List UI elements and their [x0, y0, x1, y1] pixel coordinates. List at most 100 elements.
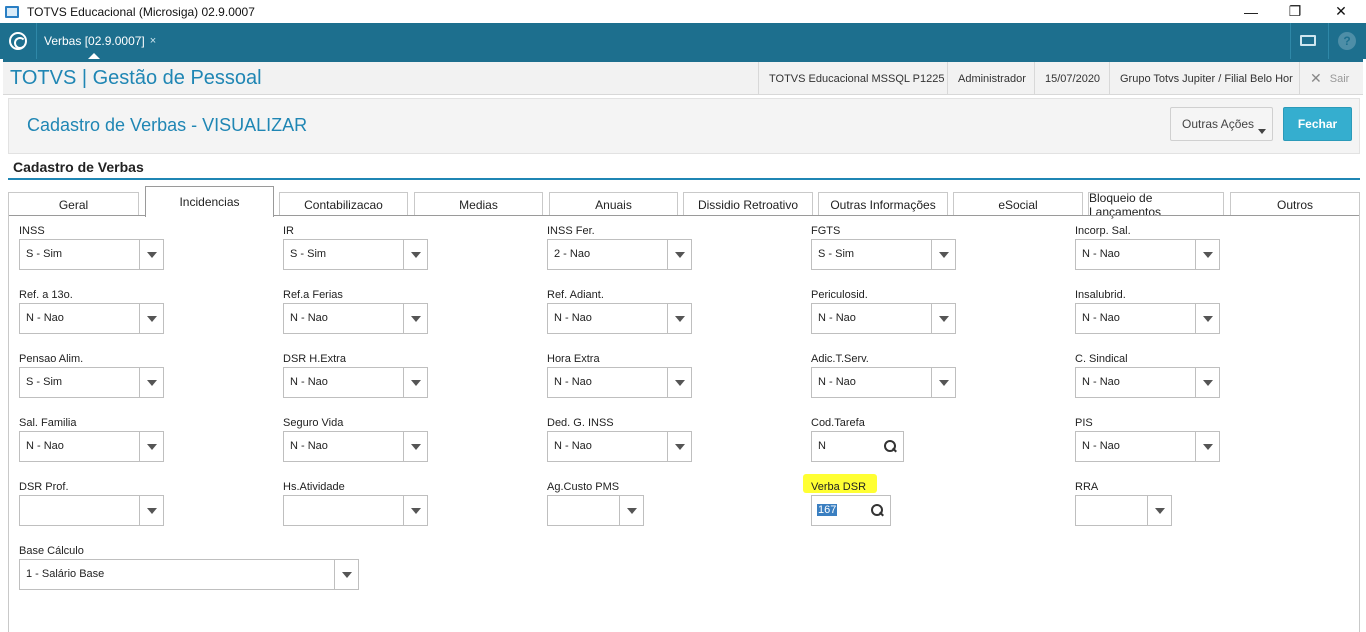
tab-incidencias[interactable]: Incidencias	[145, 186, 274, 217]
base-calculo-select[interactable]: 1 - Salário Base	[19, 559, 359, 590]
section-title: Cadastro de Verbas	[13, 159, 144, 175]
chevron-down-icon[interactable]	[1147, 496, 1171, 525]
inss-fer-select[interactable]: 2 - Nao	[547, 239, 692, 270]
field-label: Incorp. Sal.	[1075, 225, 1131, 237]
chevron-down-icon[interactable]	[403, 304, 427, 333]
search-icon[interactable]	[871, 504, 883, 516]
verba-dsr-input[interactable]: 167	[811, 495, 891, 526]
fgts-select[interactable]: S - Sim	[811, 239, 956, 270]
restore-button[interactable]: ❐	[1272, 0, 1318, 23]
page-title: Cadastro de Verbas - VISUALIZAR	[27, 115, 308, 135]
field-label: Sal. Familia	[19, 417, 77, 429]
exit-label: Sair	[1329, 72, 1350, 85]
cod-tarefa-input[interactable]: N	[811, 431, 904, 462]
select-value: N - Nao	[290, 376, 328, 388]
environment-label: TOTVS Educacional MSSQL P1225	[758, 62, 954, 95]
chevron-down-icon[interactable]	[1195, 304, 1219, 333]
ref-13-select[interactable]: N - Nao	[19, 303, 164, 334]
chevron-down-icon[interactable]	[139, 432, 163, 461]
divider	[36, 23, 37, 59]
module-tabbar: Verbas [02.9.0007] × ?	[0, 23, 1366, 59]
rra-select[interactable]	[1075, 495, 1172, 526]
adic-tserv-select[interactable]: N - Nao	[811, 367, 956, 398]
pensao-alim-select[interactable]: S - Sim	[19, 367, 164, 398]
field-label: Pensao Alim.	[19, 353, 84, 365]
other-actions-button[interactable]: Outras Ações	[1170, 107, 1273, 141]
incorp-sal-select[interactable]: N - Nao	[1075, 239, 1220, 270]
help-icon[interactable]: ?	[1338, 32, 1356, 50]
insalubrid-select[interactable]: N - Nao	[1075, 303, 1220, 334]
field-label: IR	[283, 225, 294, 237]
select-value: N - Nao	[26, 440, 64, 452]
tab-anuais[interactable]: Anuais	[549, 192, 678, 216]
c-sindical-select[interactable]: N - Nao	[1075, 367, 1220, 398]
select-value: N - Nao	[26, 312, 64, 324]
ref-ferias-select[interactable]: N - Nao	[283, 303, 428, 334]
ag-custo-pms-select[interactable]	[547, 495, 644, 526]
ded-g-inss-select[interactable]: N - Nao	[547, 431, 692, 462]
dsr-hextra-select[interactable]: N - Nao	[283, 367, 428, 398]
chevron-down-icon[interactable]	[403, 432, 427, 461]
select-value: N - Nao	[818, 312, 856, 324]
tab-geral[interactable]: Geral	[8, 192, 139, 216]
dsr-prof-select[interactable]	[19, 495, 164, 526]
dropdown-arrow-icon	[1258, 129, 1266, 134]
close-button[interactable]: Fechar	[1283, 107, 1352, 141]
tab-bloqueio-lancamentos[interactable]: Bloqueio de Lançamentos	[1088, 191, 1224, 219]
chevron-down-icon[interactable]	[1195, 432, 1219, 461]
chevron-down-icon[interactable]	[403, 368, 427, 397]
form-tabs: Geral Incidencias Contabilizacao Medias …	[0, 186, 1366, 219]
tab-esocial[interactable]: eSocial	[953, 192, 1083, 216]
select-value: N - Nao	[1082, 248, 1120, 260]
hs-atividade-select[interactable]	[283, 495, 428, 526]
chevron-down-icon[interactable]	[931, 304, 955, 333]
ref-adiant-select[interactable]: N - Nao	[547, 303, 692, 334]
chevron-down-icon[interactable]	[139, 496, 163, 525]
input-value: N	[818, 440, 826, 452]
chevron-down-icon[interactable]	[139, 368, 163, 397]
other-actions-label: Outras Ações	[1182, 117, 1255, 131]
field-label: Hora Extra	[547, 353, 600, 365]
ir-select[interactable]: S - Sim	[283, 239, 428, 270]
chevron-down-icon[interactable]	[667, 240, 691, 269]
tab-dissidio-retroativo[interactable]: Dissidio Retroativo	[683, 192, 813, 216]
chevron-down-icon[interactable]	[931, 368, 955, 397]
close-window-button[interactable]: ✕	[1318, 0, 1364, 23]
field-label: Ded. G. INSS	[547, 417, 614, 429]
field-label: Periculosid.	[811, 289, 868, 301]
field-label: Ref.a Ferias	[283, 289, 343, 301]
date-label: 15/07/2020	[1034, 62, 1110, 95]
select-value: 1 - Salário Base	[26, 568, 105, 580]
periculosid-select[interactable]: N - Nao	[811, 303, 956, 334]
seguro-vida-select[interactable]: N - Nao	[283, 431, 428, 462]
chevron-down-icon[interactable]	[139, 240, 163, 269]
sal-familia-select[interactable]: N - Nao	[19, 431, 164, 462]
tab-medias[interactable]: Medias	[414, 192, 543, 216]
chevron-down-icon[interactable]	[667, 368, 691, 397]
hora-extra-select[interactable]: N - Nao	[547, 367, 692, 398]
search-icon[interactable]	[884, 440, 896, 452]
chevron-down-icon[interactable]	[619, 496, 643, 525]
tab-verbas[interactable]: Verbas [02.9.0007] ×	[38, 23, 162, 59]
chevron-down-icon[interactable]	[667, 432, 691, 461]
inss-select[interactable]: S - Sim	[19, 239, 164, 270]
chevron-down-icon[interactable]	[931, 240, 955, 269]
chevron-down-icon[interactable]	[1195, 368, 1219, 397]
field-label: Cod.Tarefa	[811, 417, 865, 429]
tab-verbas-label: Verbas [02.9.0007]	[44, 34, 145, 48]
tab-contabilizacao[interactable]: Contabilizacao	[279, 192, 408, 216]
close-tab-icon[interactable]: ×	[150, 35, 156, 47]
totvs-logo-icon[interactable]	[9, 32, 27, 50]
pis-select[interactable]: N - Nao	[1075, 431, 1220, 462]
exit-button[interactable]: ✕ Sair	[1299, 62, 1359, 95]
tab-outros[interactable]: Outros	[1230, 192, 1360, 216]
tab-outras-informacoes[interactable]: Outras Informações	[818, 192, 948, 216]
chevron-down-icon[interactable]	[667, 304, 691, 333]
chevron-down-icon[interactable]	[139, 304, 163, 333]
chevron-down-icon[interactable]	[403, 240, 427, 269]
chevron-down-icon[interactable]	[1195, 240, 1219, 269]
chevron-down-icon[interactable]	[403, 496, 427, 525]
minimize-button[interactable]: —	[1228, 0, 1274, 23]
mail-icon[interactable]	[1300, 35, 1316, 46]
chevron-down-icon[interactable]	[334, 560, 358, 589]
